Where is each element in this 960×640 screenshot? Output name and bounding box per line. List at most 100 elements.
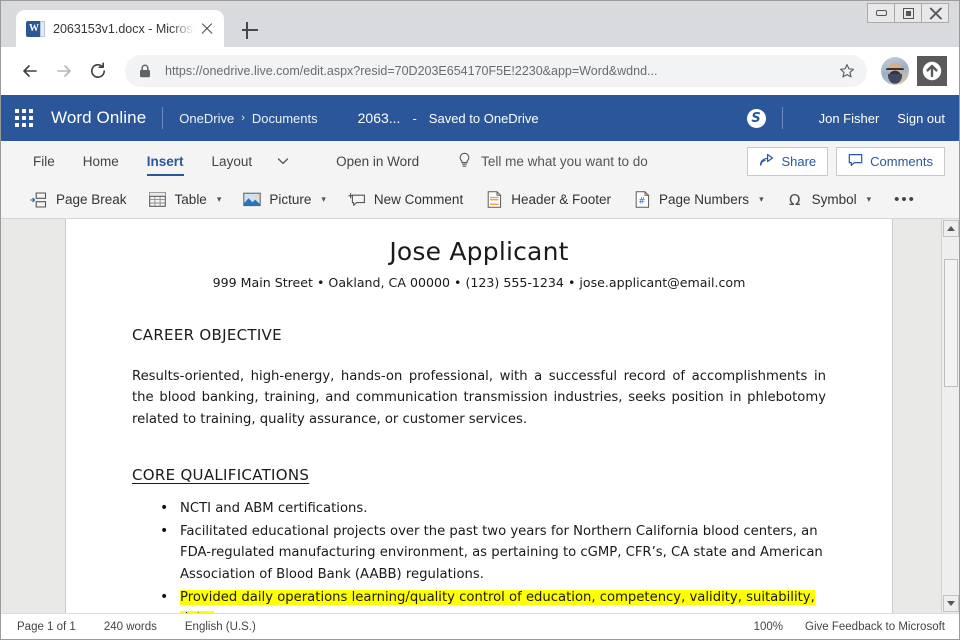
lock-icon <box>139 64 155 78</box>
symbol-button[interactable]: Ω Symbol ▾ <box>775 186 883 214</box>
breadcrumb-item-documents[interactable]: Documents <box>252 111 318 126</box>
document-title: Jose Applicant <box>132 237 826 266</box>
header-footer-icon <box>485 191 503 209</box>
forward-button[interactable] <box>47 54 81 88</box>
chevron-down-icon[interactable]: ▾ <box>759 194 764 205</box>
share-label: Share <box>781 154 816 169</box>
symbol-icon: Ω <box>786 191 804 209</box>
tell-me-search[interactable]: Tell me what you want to do <box>457 141 648 181</box>
open-in-word-button[interactable]: Open in Word <box>322 141 433 181</box>
table-button[interactable]: Table ▾ <box>138 186 233 214</box>
document-name: 2063... <box>358 110 401 126</box>
language-indicator[interactable]: English (U.S.) <box>185 621 256 633</box>
word-doc-icon <box>26 21 42 37</box>
list-item: Facilitated educational projects over th… <box>132 521 826 584</box>
share-icon <box>759 153 774 170</box>
list-item: Provided daily operations learning/quali… <box>132 587 826 613</box>
tab-layout[interactable]: Layout <box>198 141 267 181</box>
header-footer-label: Header & Footer <box>511 192 611 207</box>
restore-button[interactable] <box>894 3 922 23</box>
chevron-down-icon[interactable]: ▾ <box>867 194 872 205</box>
picture-label: Picture <box>269 192 311 207</box>
header-right-group: S Jon Fisher Sign out <box>747 107 945 129</box>
feedback-link[interactable]: Give Feedback to Microsoft <box>805 621 945 633</box>
tab-insert[interactable]: Insert <box>133 141 198 181</box>
upload-arrow-icon[interactable] <box>917 56 947 86</box>
chevron-down-icon[interactable] <box>266 141 300 181</box>
new-comment-button[interactable]: New Comment <box>337 186 474 214</box>
browser-window: 2063153v1.docx - Microsoft W <box>0 0 960 640</box>
save-status: Saved to OneDrive <box>429 111 539 126</box>
tab-strip: 2063153v1.docx - Microsoft W <box>1 1 959 47</box>
new-tab-button[interactable] <box>239 19 261 41</box>
tab-home[interactable]: Home <box>69 141 133 181</box>
scroll-up-arrow-icon[interactable] <box>943 220 959 237</box>
chevron-down-icon[interactable]: ▾ <box>217 194 222 205</box>
tab-title: 2063153v1.docx - Microsoft W <box>53 22 196 36</box>
back-button[interactable] <box>13 54 47 88</box>
tab-file[interactable]: File <box>19 141 69 181</box>
reload-button[interactable] <box>81 54 115 88</box>
career-objective-paragraph: Results-oriented, high-energy, hands-on … <box>132 366 826 430</box>
status-right-group: 100% Give Feedback to Microsoft <box>754 621 945 633</box>
app-launcher-icon[interactable] <box>15 109 33 127</box>
ribbon-actions: Share Comments <box>747 141 959 181</box>
reload-icon <box>88 61 108 81</box>
page-numbers-button[interactable]: # Page Numbers ▾ <box>622 186 775 214</box>
star-icon[interactable] <box>835 63 859 79</box>
document-scrollbar[interactable] <box>941 219 959 613</box>
close-icon[interactable] <box>196 18 218 40</box>
brand-name: Word Online <box>51 108 146 128</box>
document-page[interactable]: Jose Applicant 999 Main Street • Oakland… <box>65 219 893 613</box>
symbol-label: Symbol <box>812 192 857 207</box>
word-count[interactable]: 240 words <box>104 621 157 633</box>
window-buttons <box>868 3 949 23</box>
zoom-level[interactable]: 100% <box>754 621 783 633</box>
breadcrumb: OneDrive › Documents <box>179 111 317 126</box>
chevron-down-icon[interactable]: ▾ <box>321 194 326 205</box>
header-divider-2 <box>782 107 783 129</box>
table-icon <box>149 191 167 209</box>
page-count: Page 1 of 1 <box>17 621 76 633</box>
picture-button[interactable]: Picture ▾ <box>232 186 337 214</box>
tell-me-label: Tell me what you want to do <box>481 154 648 169</box>
address-bar[interactable]: https://onedrive.live.com/edit.aspx?resi… <box>125 55 867 87</box>
scroll-down-arrow-icon[interactable] <box>943 595 959 612</box>
page-break-icon <box>30 191 48 209</box>
browser-tab[interactable]: 2063153v1.docx - Microsoft W <box>16 10 224 47</box>
url-text: https://onedrive.live.com/edit.aspx?resi… <box>165 64 835 78</box>
header-footer-button[interactable]: Header & Footer <box>474 186 622 214</box>
ribbon-overflow-button[interactable]: ••• <box>882 191 928 208</box>
browser-navigation-bar: https://onedrive.live.com/edit.aspx?resi… <box>1 47 959 95</box>
svg-text:Ω: Ω <box>789 192 800 208</box>
core-qualifications-list: NCTI and ABM certifications. Facilitated… <box>132 498 826 613</box>
breadcrumb-item-onedrive[interactable]: OneDrive <box>179 111 234 126</box>
back-arrow-icon <box>20 61 40 81</box>
new-comment-icon <box>348 191 366 209</box>
minimize-button[interactable] <box>867 3 895 23</box>
header-divider <box>162 107 163 129</box>
user-name[interactable]: Jon Fisher <box>819 111 880 126</box>
table-label: Table <box>175 192 207 207</box>
list-item: NCTI and ABM certifications. <box>132 498 826 519</box>
chevron-right-icon: › <box>241 112 245 124</box>
comment-icon <box>848 153 863 170</box>
share-button[interactable]: Share <box>747 147 828 176</box>
sign-out-link[interactable]: Sign out <box>897 111 945 126</box>
scrollbar-thumb[interactable] <box>944 259 958 387</box>
avatar[interactable] <box>881 57 909 85</box>
new-comment-label: New Comment <box>374 192 463 207</box>
header-separator: - <box>412 111 416 126</box>
page-numbers-icon: # <box>633 191 651 209</box>
comments-label: Comments <box>870 154 933 169</box>
ribbon-tabs: File Home Insert Layout Open in Word Tel… <box>1 141 959 181</box>
app-header: Word Online OneDrive › Documents 2063...… <box>1 95 959 141</box>
page-break-label: Page Break <box>56 192 127 207</box>
page-numbers-label: Page Numbers <box>659 192 749 207</box>
skype-icon[interactable]: S <box>747 109 766 128</box>
list-item-text-highlighted: Provided daily operations learning/quali… <box>180 590 815 613</box>
page-break-button[interactable]: Page Break <box>19 186 138 214</box>
svg-text:#: # <box>638 197 645 207</box>
close-button[interactable] <box>921 3 949 23</box>
comments-button[interactable]: Comments <box>836 147 945 176</box>
